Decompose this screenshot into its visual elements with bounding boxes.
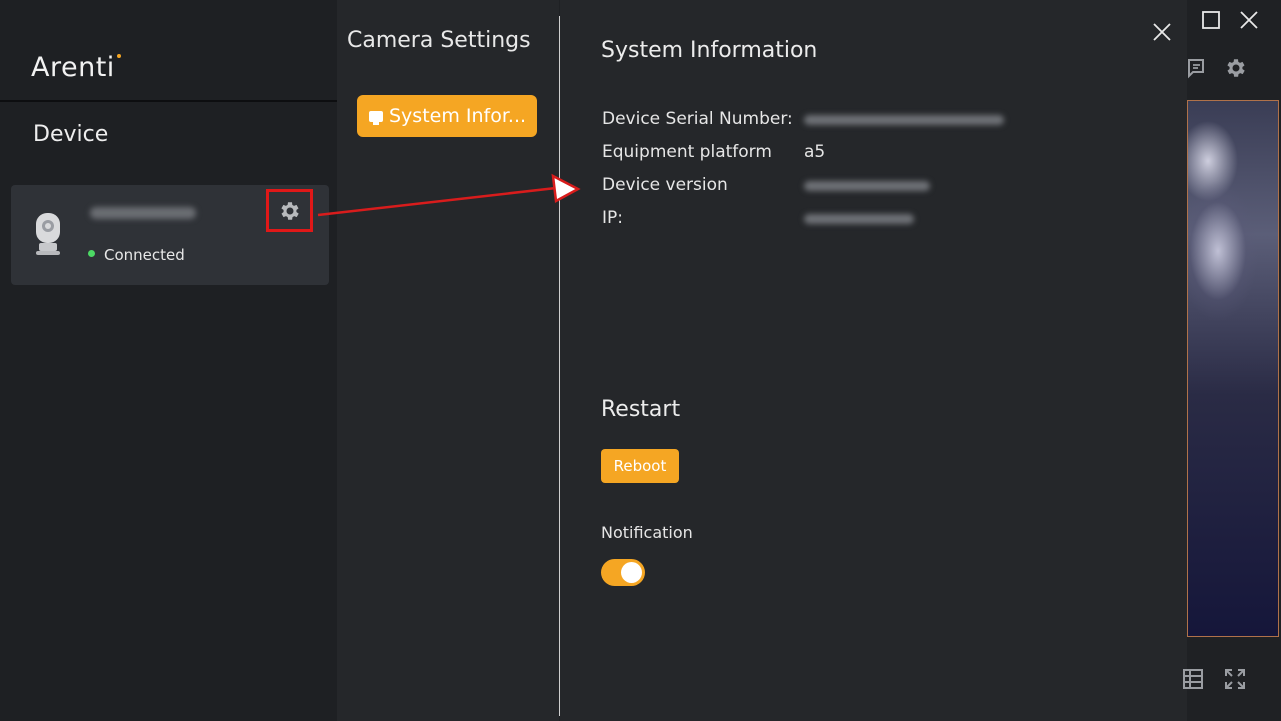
fullscreen-icon[interactable] [1223,667,1247,691]
device-section-title: Device [33,122,109,147]
chat-icon[interactable] [1183,56,1207,80]
serial-number-label: Device Serial Number: [602,109,793,129]
system-information-heading: System Information [601,38,818,63]
equipment-platform-label: Equipment platform [602,142,772,162]
ip-value-redacted [804,214,914,224]
device-card[interactable]: Connected [11,185,329,285]
ip-label: IP: [602,208,623,228]
serial-number-value-redacted [804,115,1004,125]
device-sidebar: Arenti Device Connected [0,0,337,721]
security-camera-icon [33,211,63,257]
camera-preview[interactable] [1187,100,1279,637]
logo-text: Arenti [31,52,115,83]
restart-heading: Restart [601,397,681,422]
grid-view-icon[interactable] [1181,667,1205,691]
close-icon[interactable] [1152,22,1172,42]
window-close-icon[interactable] [1237,8,1261,32]
gear-icon[interactable] [1224,56,1248,80]
menu-item-system-information[interactable]: System Infor... [357,95,537,137]
camera-settings-panel: Camera Settings System Infor... [337,0,559,721]
equipment-platform-value: a5 [804,142,826,162]
reboot-button[interactable]: Reboot [601,449,679,483]
device-version-label: Device version [602,175,728,195]
toggle-knob [621,562,642,583]
maximize-icon[interactable] [1199,8,1223,32]
notification-label: Notification [601,523,693,542]
status-dot-icon [88,250,95,257]
app-logo: Arenti [31,52,121,83]
status-text: Connected [104,246,185,264]
menu-item-label: System Infor... [389,105,527,127]
notification-toggle[interactable] [601,559,645,586]
device-name-redacted [90,204,200,222]
device-version-value-redacted [804,181,930,191]
monitor-icon [369,110,383,125]
settings-panel-title: Camera Settings [347,28,531,53]
gear-icon [280,201,299,220]
divider [0,100,337,102]
connection-status: Connected [88,246,185,264]
device-settings-button[interactable] [266,189,313,232]
logo-dot [116,54,121,58]
